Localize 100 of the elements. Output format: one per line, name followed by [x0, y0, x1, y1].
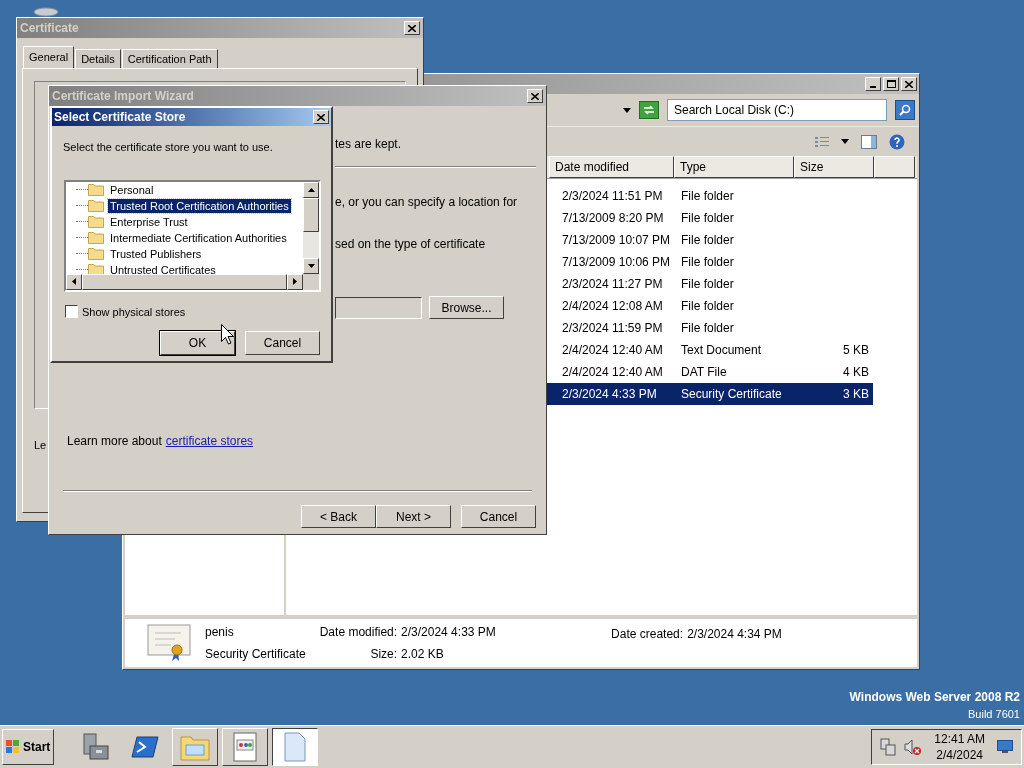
show-desktop-icon[interactable] — [997, 740, 1013, 754]
left-arrow-icon — [72, 278, 76, 285]
tab[interactable]: General — [23, 46, 75, 68]
file-row[interactable]: 2/4/2024 12:40 AM DAT File 4 KB — [547, 361, 873, 383]
column-header[interactable] — [874, 156, 915, 178]
mouse-cursor-icon — [221, 324, 234, 345]
start-button[interactable]: Start — [2, 729, 54, 765]
file-type: Security Certificate — [205, 646, 306, 663]
date-cell-text: 2/3/2024 11:59 PM — [561, 320, 664, 337]
close-button[interactable] — [527, 89, 543, 103]
browse-button[interactable]: Browse... — [429, 296, 504, 319]
date-cell-text: 7/13/2009 10:06 PM — [561, 254, 672, 271]
windows-logo-icon — [5, 739, 21, 755]
cancel-button[interactable]: Cancel — [461, 505, 536, 528]
store-item[interactable]: Intermediate Certification Authorities — [108, 230, 289, 245]
type-cell-text: DAT File — [681, 364, 728, 381]
caret-icon[interactable] — [841, 139, 849, 144]
cancel-button[interactable]: Cancel — [245, 331, 320, 355]
certificate-stores-link[interactable]: certificate stores — [165, 432, 254, 450]
learn-more-text: Learn more about — [67, 433, 162, 450]
date-cell-text: 7/13/2009 10:07 PM — [561, 232, 672, 249]
file-row[interactable]: 7/13/2009 10:06 PM File folder — [547, 251, 873, 273]
right-arrow-icon — [293, 278, 297, 285]
close-button[interactable] — [313, 110, 329, 124]
date-cell-text: 2/3/2024 11:27 PM — [561, 276, 664, 293]
size-cell-text: 4 KB — [843, 364, 870, 381]
description-text: e, or you can specify a location for — [335, 194, 519, 211]
type-cell-text: Text Document — [681, 342, 763, 359]
window-title: Select Certificate Store — [54, 109, 186, 126]
store-item[interactable]: Personal — [108, 182, 156, 197]
file-row[interactable]: 2/3/2024 11:51 PM File folder — [547, 185, 873, 207]
close-icon — [905, 80, 913, 88]
close-button[interactable] — [404, 21, 420, 35]
type-cell-text: File folder — [681, 210, 735, 227]
date-modified-label: Date modified: — [319, 624, 398, 641]
store-item[interactable]: Enterprise Trust — [108, 214, 190, 229]
next-button[interactable]: Next > — [376, 505, 451, 528]
network-icon[interactable] — [880, 738, 897, 756]
file-row[interactable]: 2/3/2024 4:33 PM Security Certificate 3 KB — [547, 383, 873, 405]
file-row[interactable]: 2/3/2024 11:59 PM File folder — [547, 317, 873, 339]
caret-icon[interactable] — [623, 107, 631, 113]
clock-time[interactable]: 12:41 AM — [934, 731, 985, 747]
vertical-scrollbar[interactable] — [303, 181, 319, 274]
file-row[interactable]: 2/4/2024 12:40 AM Text Document 5 KB — [547, 339, 873, 361]
minimize-button[interactable] — [865, 77, 881, 91]
folder-icon — [88, 199, 104, 212]
store-item[interactable]: Trusted Root Certification Authorities — [108, 198, 291, 213]
window-title: Certificate Import Wizard — [52, 88, 194, 105]
date-cell-text: 2/4/2024 12:40 AM — [561, 342, 664, 359]
file-name: penis — [205, 624, 235, 641]
store-item[interactable]: Untrusted Certificates — [108, 262, 218, 274]
search-icon — [899, 104, 911, 116]
type-cell-text: File folder — [681, 298, 735, 315]
file-row[interactable]: 7/13/2009 10:07 PM File folder — [547, 229, 873, 251]
close-icon — [531, 92, 539, 100]
type-cell-text: File folder — [681, 320, 735, 337]
file-row[interactable]: 2/4/2024 12:08 AM File folder — [547, 295, 873, 317]
search-button[interactable] — [895, 100, 915, 120]
back-button[interactable]: < Back — [301, 505, 376, 528]
folder-icon — [88, 231, 104, 244]
horizontal-scrollbar[interactable] — [66, 273, 303, 290]
close-button[interactable] — [901, 77, 917, 91]
refresh-button[interactable] — [639, 101, 659, 119]
up-arrow-icon — [307, 187, 315, 192]
checkbox[interactable] — [65, 305, 78, 319]
date-created-label: Date created: — [611, 626, 684, 643]
column-header[interactable]: Date modified — [549, 156, 674, 178]
file-row[interactable]: 2/3/2024 11:27 PM File folder — [547, 273, 873, 295]
prompt-text: Select the certificate store you want to use. — [63, 140, 274, 155]
scroll-thumb[interactable] — [303, 197, 319, 232]
size-cell-text: 5 KB — [843, 342, 870, 359]
file-path-field[interactable] — [335, 296, 422, 319]
date-created-value: 2/3/2024 4:34 PM — [687, 626, 782, 643]
file-row[interactable]: 7/13/2009 8:20 PM File folder — [547, 207, 873, 229]
search-field[interactable]: Search Local Disk (C:) — [667, 99, 887, 121]
description-text: tes are kept. — [335, 136, 403, 153]
column-header[interactable]: Size — [794, 156, 874, 178]
tab[interactable]: Details — [75, 49, 121, 68]
maximize-button[interactable] — [883, 77, 899, 91]
maximize-icon — [886, 80, 896, 88]
folder-icon — [180, 733, 210, 761]
description-text: sed on the type of certificate — [335, 236, 487, 253]
window-icon — [232, 732, 258, 762]
desktop-icon[interactable] — [33, 7, 59, 17]
clock-date[interactable]: 2/4/2024 — [936, 747, 983, 763]
type-cell-text: File folder — [681, 232, 735, 249]
date-modified-value: 2/3/2024 4:33 PM — [401, 624, 497, 641]
tab[interactable]: Certification Path — [121, 49, 218, 68]
terminal-icon — [131, 734, 159, 760]
help-icon[interactable] — [889, 133, 905, 150]
minimize-icon — [870, 86, 876, 88]
partial-text: Le — [34, 438, 47, 453]
preview-pane-icon[interactable] — [861, 134, 877, 149]
column-header[interactable]: Type — [674, 156, 794, 178]
store-item[interactable]: Trusted Publishers — [108, 246, 204, 261]
date-cell-text: 2/3/2024 4:33 PM — [561, 386, 658, 403]
taskbar-button[interactable] — [272, 728, 318, 766]
date-cell-text: 2/4/2024 12:40 AM — [561, 364, 664, 381]
muted-speaker-icon[interactable] — [904, 738, 923, 756]
ok-button[interactable]: OK — [160, 331, 235, 355]
